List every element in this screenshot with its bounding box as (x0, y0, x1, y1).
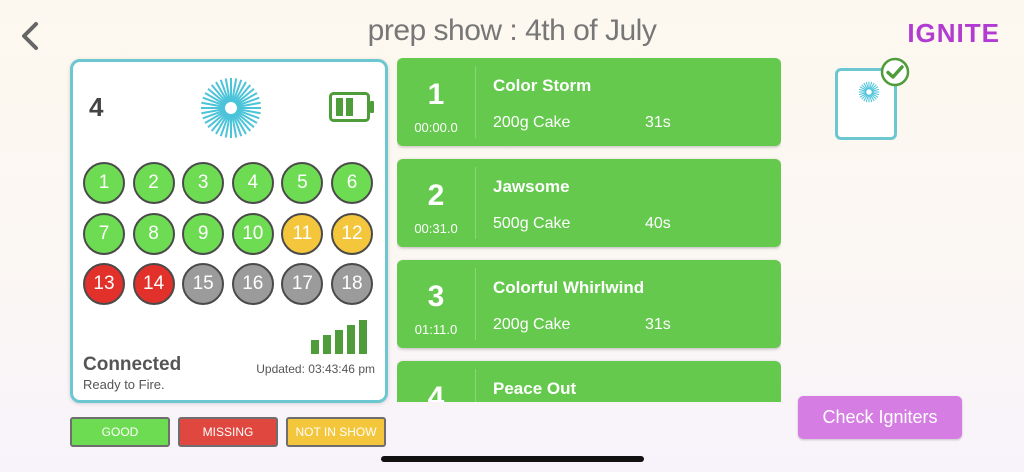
cue-circle-15[interactable]: 15 (182, 263, 225, 305)
firework-burst-icon (201, 78, 261, 138)
cue-name: Jawsome (493, 177, 570, 196)
cue-number: 1 (427, 78, 445, 111)
cue-circle-10[interactable]: 10 (231, 212, 274, 255)
cue-time: 00:00.0 (414, 120, 458, 135)
cue-circle-4[interactable]: 4 (231, 162, 274, 204)
cue-circle-7[interactable]: 7 (83, 212, 125, 255)
cue-number: 4 (427, 381, 445, 402)
cue-circle-9[interactable]: 9 (182, 212, 225, 255)
cue-number: 3 (427, 280, 445, 313)
cue-time: 01:11.0 (414, 322, 458, 337)
device-panel: 4 1 2 3 4 5 6 7 8 9 10 11 12 13 14 15 16 17 18 Connected … (70, 59, 388, 403)
legend-good: GOOD (70, 417, 170, 447)
signal-bars-icon (311, 320, 367, 354)
cue-time: 00:31.0 (414, 221, 458, 236)
cue-circle-5[interactable]: 5 (281, 162, 324, 204)
cue-circle-2[interactable]: 2 (132, 162, 175, 204)
cue-circle-12[interactable]: 12 (331, 212, 373, 255)
cue-circle-13[interactable]: 13 (83, 263, 125, 305)
cue-card[interactable]: 3 01:11.0 Colorful Whirlwind 200g Cake 3… (397, 260, 781, 348)
cue-number: 2 (427, 179, 445, 212)
cue-duration: 31s (645, 316, 671, 333)
cue-card[interactable]: 2 00:31.0 Jawsome 500g Cake 40s (397, 159, 781, 247)
cue-list[interactable]: 1 00:00.0 Color Storm 200g Cake 31s 2 00… (397, 58, 781, 402)
legend-not-in-show: NOT IN SHOW (286, 417, 386, 447)
cue-circle-18[interactable]: 18 (331, 263, 373, 305)
cue-name: Color Storm (493, 76, 592, 95)
cue-circle-16[interactable]: 16 (231, 263, 274, 305)
connection-status: Connected (83, 354, 182, 375)
cue-circle-11[interactable]: 11 (281, 212, 324, 255)
legend-missing: MISSING (178, 417, 278, 447)
cue-duration: 40s (645, 215, 671, 232)
cue-circle-17[interactable]: 17 (281, 263, 324, 305)
cue-name: Peace Out (493, 379, 577, 398)
cue-circle-6[interactable]: 6 (331, 162, 373, 204)
battery-icon (329, 92, 374, 122)
checkmark-icon (880, 57, 910, 87)
cue-name: Colorful Whirlwind (493, 278, 645, 297)
cue-duration: 31s (645, 114, 671, 131)
cue-product: 500g Cake (493, 215, 571, 232)
firework-burst-icon (858, 81, 880, 103)
check-igniters-button[interactable]: Check Igniters (798, 396, 962, 439)
device-number: 4 (89, 92, 104, 122)
updated-timestamp: Updated: 03:43:46 pm (256, 362, 375, 376)
cue-card[interactable]: 4 Peace Out (397, 361, 781, 402)
cue-circle-14[interactable]: 14 (132, 263, 175, 305)
ignite-logo: IGNITE (907, 18, 1000, 48)
page-title: prep show : 4th of July (367, 14, 657, 47)
cue-product: 200g Cake (493, 316, 571, 333)
cue-circle-8[interactable]: 8 (132, 212, 175, 255)
cue-circle-1[interactable]: 1 (83, 162, 125, 204)
home-indicator[interactable] (381, 456, 644, 462)
cue-card[interactable]: 1 00:00.0 Color Storm 200g Cake 31s (397, 58, 781, 146)
cue-product: 200g Cake (493, 114, 571, 131)
cue-circle-3[interactable]: 3 (182, 162, 225, 204)
connection-substatus: Ready to Fire. (83, 377, 165, 392)
